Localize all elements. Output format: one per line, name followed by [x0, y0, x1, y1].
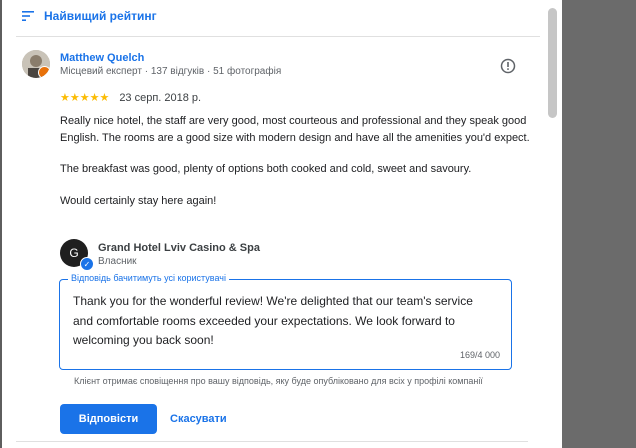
- sort-button[interactable]: Найвищий рейтинг: [22, 6, 157, 26]
- sort-label: Найвищий рейтинг: [44, 9, 157, 23]
- divider: [16, 441, 528, 442]
- owner-name: Grand Hotel Lviv Casino & Spa: [98, 242, 260, 254]
- divider: [16, 36, 540, 37]
- local-guide-badge-icon: [38, 66, 50, 78]
- report-icon[interactable]: [500, 58, 516, 74]
- owner-logo: G: [69, 246, 79, 260]
- character-counter: 169/4 000: [459, 350, 500, 360]
- review-text: Really nice hotel, the staff are very go…: [60, 113, 530, 224]
- verified-check-icon: ✓: [80, 257, 94, 271]
- reviewer-name[interactable]: Matthew Quelch: [60, 52, 144, 64]
- reply-text[interactable]: Thank you for the wonderful review! We'r…: [73, 292, 493, 351]
- page-backdrop-right: [562, 0, 636, 448]
- rating-row: ★★★★★ 23 серп. 2018 р.: [60, 91, 202, 105]
- cancel-button[interactable]: Скасувати: [166, 404, 231, 434]
- sort-icon: [22, 11, 34, 21]
- reply-notice: Клієнт отримає сповіщення про вашу відпо…: [74, 376, 483, 386]
- review-date: 23 серп. 2018 р.: [119, 91, 202, 104]
- star-rating: ★★★★★: [60, 92, 110, 104]
- reviewer-avatar[interactable]: [22, 50, 50, 78]
- review-paragraph: The breakfast was good, plenty of option…: [60, 163, 472, 175]
- review-paragraph: Would certainly stay here again!: [60, 194, 217, 207]
- scrollbar-thumb[interactable]: [548, 8, 557, 118]
- reviewer-meta: Місцевий експерт · 137 відгуків · 51 фот…: [60, 66, 282, 77]
- review-paragraph: Really nice hotel, the staff are very go…: [60, 115, 530, 144]
- reply-field-label: Відповідь бачитимуть усі користувачі: [68, 273, 229, 283]
- reply-button[interactable]: Відповісти: [60, 404, 157, 434]
- owner-role: Власник: [98, 256, 137, 267]
- reviews-panel: Найвищий рейтинг Matthew Quelch Місцевий…: [2, 0, 562, 448]
